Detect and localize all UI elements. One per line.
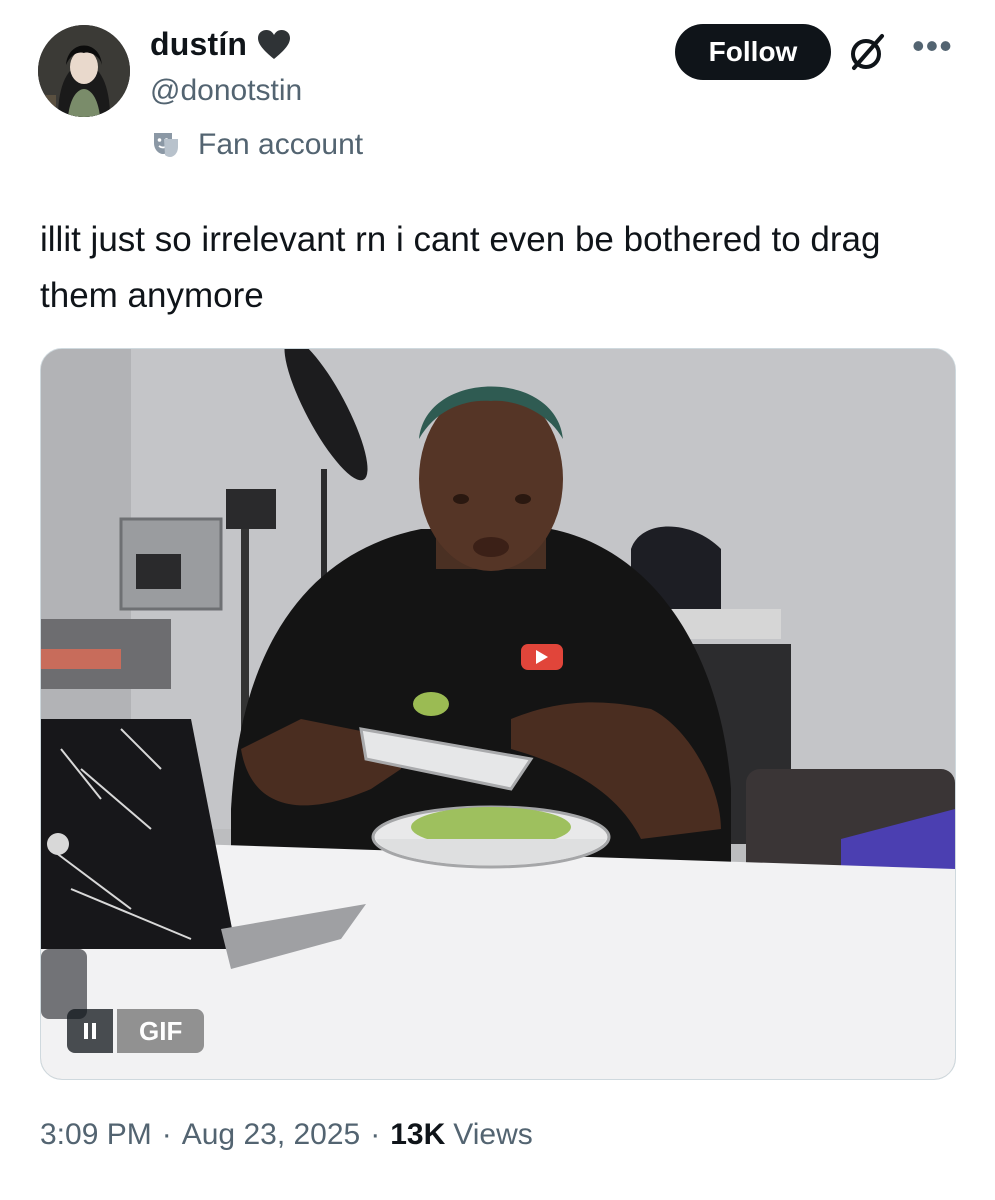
user-name-row: dustín [150, 26, 291, 63]
theater-mask-icon [150, 129, 182, 161]
tweet-date[interactable]: Aug 23, 2025 [182, 1118, 361, 1152]
separator-dot: · [161, 1118, 172, 1151]
heart-icon [257, 29, 291, 61]
pause-icon[interactable] [67, 1009, 113, 1053]
views-count[interactable]: 13K [390, 1118, 445, 1152]
views-label: Views [453, 1118, 533, 1151]
user-handle[interactable]: @donotstin [150, 74, 302, 108]
separator-dot: · [370, 1118, 381, 1151]
display-name[interactable]: dustín [150, 26, 247, 63]
tweet-text: illit just so irrelevant rn i cant even … [40, 220, 881, 315]
gif-controls: GIF [67, 1009, 205, 1053]
gif-media[interactable]: GIF [40, 348, 956, 1080]
follow-button[interactable]: Follow [675, 24, 831, 80]
account-label: Fan account [150, 128, 363, 162]
avatar-image [38, 25, 130, 117]
gif-frame [41, 349, 955, 1079]
avatar[interactable] [38, 25, 130, 117]
tweet-meta: 3:09 PM · Aug 23, 2025 · 13K Views [40, 1118, 533, 1152]
gif-badge: GIF [117, 1009, 205, 1053]
tweet-time[interactable]: 3:09 PM [40, 1118, 152, 1152]
grok-icon[interactable] [844, 30, 890, 76]
more-icon[interactable]: ••• [912, 28, 953, 64]
account-label-text: Fan account [198, 128, 364, 161]
